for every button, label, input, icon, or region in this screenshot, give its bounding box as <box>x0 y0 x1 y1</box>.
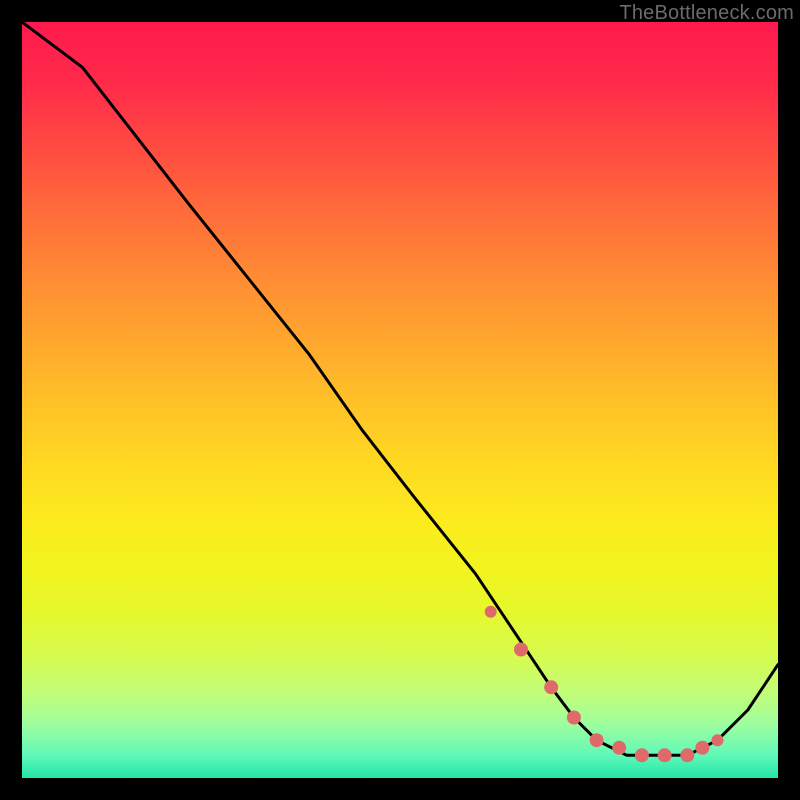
valley-dot <box>485 606 497 618</box>
valley-dot <box>567 711 581 725</box>
valley-dot <box>712 734 724 746</box>
plot-area <box>22 22 778 778</box>
valley-dots-group <box>485 606 724 763</box>
valley-dot <box>680 748 694 762</box>
watermark-text: TheBottleneck.com <box>619 2 794 25</box>
valley-dot <box>514 643 528 657</box>
valley-dot <box>590 733 604 747</box>
bottleneck-curve <box>22 22 778 755</box>
curve-svg <box>22 22 778 778</box>
valley-dot <box>658 748 672 762</box>
chart-stage: TheBottleneck.com <box>0 0 800 800</box>
valley-dot <box>612 741 626 755</box>
valley-dot <box>635 748 649 762</box>
valley-dot <box>695 741 709 755</box>
valley-dot <box>544 680 558 694</box>
